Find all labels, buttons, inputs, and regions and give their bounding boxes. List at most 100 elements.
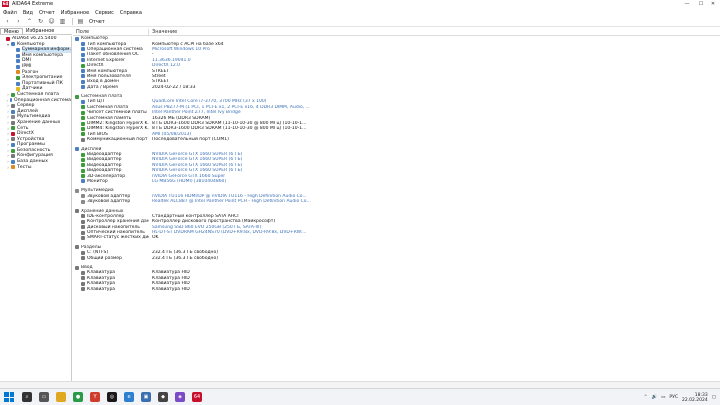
menu-item[interactable]: Отчет xyxy=(39,10,55,16)
expand-icon[interactable]: ▾ xyxy=(6,42,10,48)
chrome-icon[interactable]: ● xyxy=(73,392,83,402)
field-cell: Имя пользователя xyxy=(73,74,149,79)
column-field[interactable]: Поле xyxy=(73,28,149,35)
user-icon[interactable]: ☺ xyxy=(47,18,56,26)
field-cell: Системная плата xyxy=(73,94,149,99)
chart-icon[interactable]: ▥ xyxy=(58,18,67,26)
tree-item-icon xyxy=(11,137,15,142)
field-cell: Видеоадаптер xyxy=(73,163,149,168)
value-cell: Street xyxy=(152,73,166,79)
field-icon xyxy=(81,58,85,63)
field-cell: Тип BIOS xyxy=(73,132,149,137)
field-label: Оптический накопитель xyxy=(87,230,145,236)
field-label: Общий размер xyxy=(87,255,122,261)
value-link[interactable]: Samsung SSD 860 EVO 250GB (250 ГБ, SATA-… xyxy=(149,225,261,230)
value-link[interactable]: Microsoft Windows 10 Pro xyxy=(149,47,210,52)
column-value[interactable]: Значение xyxy=(149,29,177,35)
taskbar: ⌕ ▭ ● Y ◎ e ▣ ◆ ◈ 64 ⌃ 🔊 ▭ РУС 18:33 22.… xyxy=(0,388,720,405)
close-icon[interactable]: ✕ xyxy=(706,0,720,8)
network-icon[interactable]: ▭ xyxy=(661,395,665,400)
clock-date: 22.02.2024 xyxy=(681,397,708,403)
menu-item[interactable]: Избранное xyxy=(61,10,89,16)
value-link[interactable]: nVIDIA GeForce GTX 1660 Super xyxy=(149,174,225,179)
language-indicator[interactable]: РУС xyxy=(669,395,678,400)
field-cell: Имя компьютера xyxy=(73,69,149,74)
file-explorer-icon[interactable] xyxy=(56,392,66,402)
value-link[interactable]: HL-DT-ST DVDRAM GH24NS70 (DVD+R9:8x, DVD… xyxy=(149,230,307,235)
report-icon[interactable]: ▤ xyxy=(76,18,85,26)
menu-item[interactable]: Справка xyxy=(120,10,142,16)
task-view-icon[interactable]: ▭ xyxy=(39,392,49,402)
field-label: Тип компьютера xyxy=(87,41,127,47)
yandex-icon[interactable]: Y xyxy=(90,392,100,402)
chevron-up-icon[interactable]: ⌃ xyxy=(644,395,648,400)
app-icon-purple[interactable]: ◈ xyxy=(175,392,185,402)
field-cell: Системная память xyxy=(73,116,149,121)
field-cell: Хранение данных xyxy=(73,209,149,214)
value-link[interactable]: NVIDIA GeForce GTX 1660 SUPER (6 ГБ) xyxy=(149,152,242,157)
field-icon xyxy=(81,42,85,47)
field-label: IDE-контроллер xyxy=(87,213,125,219)
field-icon xyxy=(81,168,85,173)
field-cell: Оптический накопитель xyxy=(73,230,149,235)
value-cell: Клавиатура HID xyxy=(152,286,190,292)
field-icon xyxy=(81,126,85,131)
forward-icon[interactable]: › xyxy=(14,18,23,26)
menu-item[interactable]: Сервис xyxy=(95,10,114,16)
field-label: Компьютер xyxy=(81,36,108,42)
field-label: C: (NTFS) xyxy=(87,250,109,256)
app-icon-blue[interactable]: ▣ xyxy=(141,392,151,402)
field-cell: IDE-контроллер xyxy=(73,214,149,219)
tree-item-icon xyxy=(11,103,15,108)
report-button[interactable]: Отчет xyxy=(89,19,105,25)
up-icon[interactable]: ⌃ xyxy=(25,18,34,26)
value-link[interactable]: Realtek ALC887 @ Intel Panther Point PCH… xyxy=(149,199,311,204)
start-icon[interactable] xyxy=(3,391,15,403)
notification-icon[interactable]: ▢ xyxy=(712,395,716,400)
value-cell: Последовательный порт (COM1) xyxy=(152,137,229,143)
tree-item[interactable]: › Тесты xyxy=(0,165,71,171)
field-cell: Операционная система xyxy=(73,47,149,52)
steam-icon[interactable]: ◎ xyxy=(107,392,117,402)
field-icon xyxy=(81,199,85,204)
clock[interactable]: 18:33 22.02.2024 xyxy=(682,393,708,403)
value-link[interactable]: AMI (05/08/2013) xyxy=(149,132,191,137)
table-row[interactable]: Клавиатура Клавиатура HID xyxy=(73,286,720,292)
minimize-icon[interactable]: — xyxy=(680,0,694,8)
expand-icon[interactable]: › xyxy=(6,165,10,171)
value-link[interactable]: NVIDIA GeForce GTX 1660 SUPER (6 ГБ) xyxy=(149,157,242,162)
menu-item[interactable]: Файл xyxy=(3,10,17,16)
value-link[interactable]: DirectX 12.0 xyxy=(149,63,180,68)
volume-icon[interactable]: 🔊 xyxy=(651,395,657,400)
field-label: Мультимедиа xyxy=(81,188,114,194)
value-cell: Компьютер с ACPI на базе x64 xyxy=(152,41,224,47)
value-link[interactable]: nVIDIA TU116 HDMI/DP @ nVIDIA TU116 - Hi… xyxy=(149,194,307,199)
app-icon-dark[interactable]: ◆ xyxy=(158,392,168,402)
value-link[interactable]: LG MB56G (HDMI) [3810404860] xyxy=(149,179,226,184)
value-link[interactable]: NVIDIA GeForce GTX 1660 SUPER (6 ГБ) xyxy=(149,163,242,168)
back-icon[interactable]: ‹ xyxy=(3,18,12,26)
value-link[interactable]: NVIDIA GeForce GTX 1660 SUPER (6 ГБ) xyxy=(149,168,242,173)
tab-menu[interactable]: Меню xyxy=(0,28,23,35)
field-icon xyxy=(81,63,85,68)
tree-item-icon xyxy=(16,70,20,75)
menu-bar: Файл Вид Отчет Избранное Сервис Справка xyxy=(0,9,148,16)
aida64-taskbar-icon[interactable]: 64 xyxy=(192,392,202,402)
field-icon xyxy=(81,152,85,157)
value-link[interactable]: Intel Panther Point Z77, Intel Ivy Bridg… xyxy=(149,110,241,115)
column-header: Поле Значение xyxy=(73,28,720,36)
field-icon xyxy=(81,47,85,52)
menu-item[interactable]: Вид xyxy=(23,10,33,16)
value-link[interactable]: QuadCore Intel Core i7-3770, 3700 MHz (3… xyxy=(149,99,266,104)
edge-icon[interactable]: e xyxy=(124,392,134,402)
refresh-icon[interactable]: ↻ xyxy=(36,18,45,26)
value-cell: OK xyxy=(152,235,159,241)
value-link[interactable]: 11.3636.19041.0 xyxy=(149,58,191,63)
section-icon xyxy=(75,265,79,270)
value-link[interactable]: Asus P8Z77-M (1 PCI, 1 PCI-E x1, 2 PCI-E… xyxy=(149,105,310,110)
tab-favorites[interactable]: Избранное xyxy=(23,28,57,34)
field-label: DIMM2: Kingston HyperX K... xyxy=(87,121,149,127)
search-icon[interactable]: ⌕ xyxy=(22,392,32,402)
field-icon xyxy=(81,235,85,240)
field-label: Клавиатура xyxy=(87,286,116,292)
